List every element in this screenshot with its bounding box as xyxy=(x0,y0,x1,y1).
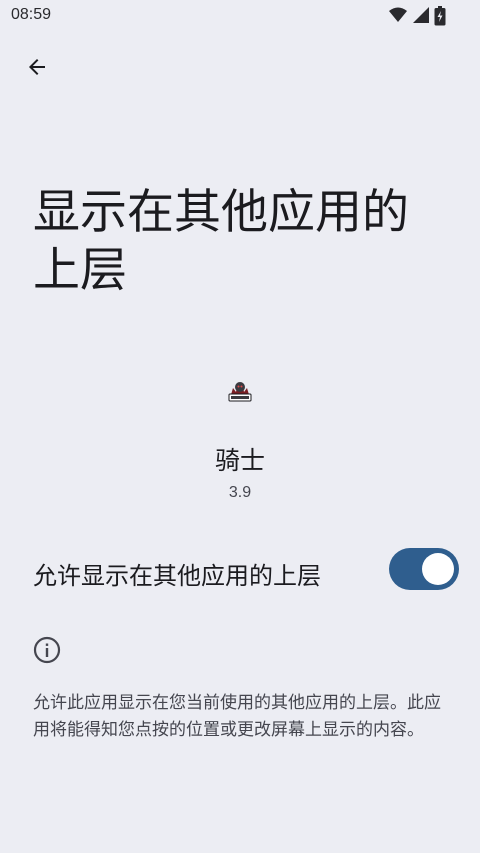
permission-description: 允许此应用显示在您当前使用的其他应用的上层。此应用将能得知您点按的位置或更改屏幕… xyxy=(33,693,441,740)
back-button[interactable] xyxy=(17,49,57,89)
switch-thumb xyxy=(422,553,454,585)
battery-icon xyxy=(434,6,446,30)
signal-icon xyxy=(412,6,430,30)
back-arrow-icon xyxy=(25,55,49,83)
page-title: 显示在其他应用的上层 xyxy=(33,185,409,298)
status-icons xyxy=(388,6,446,30)
app-version: 3.9 xyxy=(228,484,252,501)
status-time: 08:59 xyxy=(11,6,52,23)
wifi-icon xyxy=(388,6,408,30)
status-bar: 08:59 xyxy=(0,0,480,32)
app-name: 骑士 xyxy=(214,446,265,475)
overlay-permission-label: 允许显示在其他应用的上层 xyxy=(33,562,321,590)
info-icon xyxy=(33,636,61,664)
overlay-permission-row[interactable]: 允许显示在其他应用的上层 xyxy=(0,540,480,600)
overlay-permission-switch[interactable] xyxy=(389,548,459,590)
app-icon xyxy=(224,374,256,406)
